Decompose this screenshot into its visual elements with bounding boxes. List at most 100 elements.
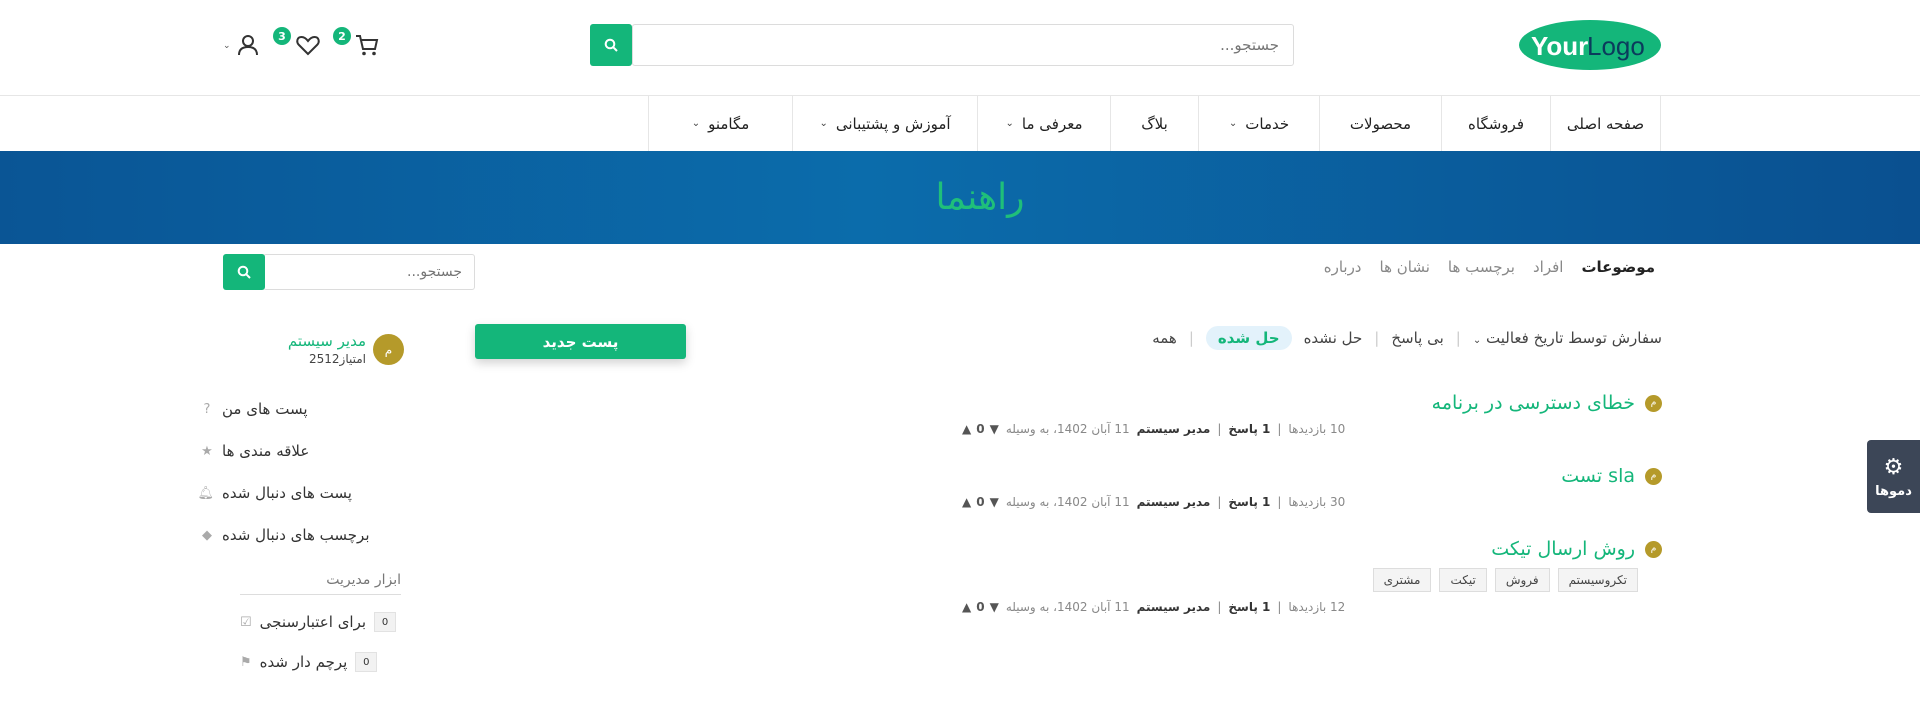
filter-all[interactable]: همه [1152, 329, 1177, 347]
post-views: 10 بازدیدها [1288, 422, 1346, 436]
admin-label: برای اعتبارسنجی [259, 613, 367, 631]
count-badge: 0 [374, 612, 397, 632]
search-input[interactable] [633, 25, 1293, 65]
nav-item-blog[interactable]: بلاگ [1110, 96, 1198, 151]
post-title-link[interactable]: روش ارسال تیکت [1491, 538, 1635, 560]
gear-icon: ⚙ [1883, 454, 1904, 480]
tab-topics[interactable]: موضوعات [1581, 258, 1655, 276]
post-item: م تست sla ▲ 0 ▼ 11 آبان 1402، به وسیله م… [962, 465, 1662, 509]
admin-flagged[interactable]: ⚑ پرچم دار شده 0 [240, 648, 401, 676]
tab-tags[interactable]: برچسب ها [1448, 258, 1515, 276]
tag-chip[interactable]: مشتری [1372, 568, 1432, 592]
filter-unsolved[interactable]: حل نشده [1304, 329, 1363, 347]
upvote-icon[interactable]: ▲ [962, 600, 971, 614]
logo[interactable]: Your Logo [1519, 19, 1662, 72]
demos-button[interactable]: ⚙ دموها [1867, 440, 1920, 513]
post-avatar: م [1645, 394, 1662, 412]
chevron-down-icon: ⌄ [819, 118, 828, 129]
cart-icon[interactable] [354, 32, 380, 58]
post-answers: 1 پاسخ [1228, 600, 1271, 614]
nav-item-megamenu[interactable]: مگامنو ⌄ [649, 96, 792, 151]
admin-tools-title: ابزار مدیریت [240, 572, 401, 595]
post-title-link[interactable]: تست sla [1561, 465, 1635, 487]
vote-count: 0 [976, 422, 985, 436]
post-date: 11 آبان 1402، به وسیله [1005, 422, 1130, 436]
filter-unanswered[interactable]: بی پاسخ [1391, 329, 1443, 347]
tab-people[interactable]: افراد [1533, 258, 1563, 276]
post-title-link[interactable]: خطای دسترسی در برنامه [1432, 392, 1635, 414]
main-nav: صفحه اصلی فروشگاه محصولات خدمات ⌄ بلاگ مع… [648, 96, 1661, 151]
post-avatar: م [1645, 467, 1662, 485]
cart-count-badge: 2 [333, 27, 351, 45]
nav-item-about[interactable]: معرفی ما ⌄ [977, 96, 1110, 151]
vote-count: 0 [976, 495, 985, 509]
nav-label: صفحه اصلی [1566, 114, 1645, 133]
post-author[interactable]: مدیر سیستم [1137, 495, 1211, 509]
post-tags: تکروسیستم فروش تیکت مشتری [962, 568, 1638, 592]
forum-search-input[interactable] [264, 255, 474, 289]
downvote-icon[interactable]: ▼ [990, 600, 999, 614]
tag-chip[interactable]: تکروسیستم [1557, 568, 1638, 592]
vote-controls: ▲ 0 ▼ [962, 495, 999, 509]
logo-text-2: Logo [1587, 31, 1645, 61]
chevron-down-icon: ⌄ [1005, 118, 1014, 129]
downvote-icon[interactable]: ▼ [990, 422, 999, 436]
divider: | [1277, 422, 1282, 436]
post-views: 30 بازدیدها [1288, 495, 1346, 509]
post-answers: 1 پاسخ [1228, 422, 1271, 436]
tab-badges[interactable]: نشان ها [1380, 258, 1430, 276]
post-answers: 1 پاسخ [1228, 495, 1271, 509]
tab-about[interactable]: درباره [1324, 258, 1362, 276]
upvote-icon[interactable]: ▲ [962, 495, 971, 509]
chevron-down-icon: ⌄ [1228, 118, 1238, 129]
divider: | [1277, 600, 1282, 614]
post-views: 12 بازدیدها [1288, 600, 1346, 614]
menu-favorites[interactable]: ★ علاقه مندی ها [200, 430, 400, 472]
menu-label: علاقه مندی ها [222, 442, 310, 460]
tag-chip[interactable]: فروش [1494, 568, 1550, 592]
tag-chip[interactable]: تیکت [1439, 568, 1487, 592]
user-name[interactable]: مدیر سیستم [288, 332, 366, 350]
search-field [632, 24, 1294, 66]
vote-controls: ▲ 0 ▼ [962, 422, 999, 436]
star-icon: ★ [201, 443, 213, 459]
menu-followed-tags[interactable]: ◆ برچسب های دنبال شده [200, 514, 400, 556]
menu-my-posts[interactable]: ? پست های من [200, 388, 400, 430]
question-circle-icon: ? [203, 401, 211, 417]
user-icon[interactable] [235, 32, 261, 58]
forum-search-field [263, 254, 475, 290]
heart-icon[interactable] [295, 32, 321, 58]
nav-label: آموزش و پشتیبانی [835, 114, 951, 133]
upvote-icon[interactable]: ▲ [962, 422, 971, 436]
chevron-down-icon[interactable]: ⌄ [223, 41, 231, 51]
sort-label: سفارش توسط تاریخ فعالیت [1486, 329, 1662, 347]
nav-label: معرفی ما [1021, 114, 1083, 133]
menu-followed-posts[interactable]: 🔔︎ پست های دنبال شده [197, 472, 400, 514]
admin-validation[interactable]: ☑ برای اعتبارسنجی 0 [240, 608, 401, 636]
post-author[interactable]: مدیر سیستم [1137, 422, 1211, 436]
nav-item-home[interactable]: صفحه اصلی [1550, 96, 1660, 151]
sort-dropdown[interactable]: سفارش توسط تاریخ فعالیت ⌄ [1473, 329, 1662, 347]
divider: | [1374, 329, 1380, 347]
forum-search-button[interactable] [223, 254, 265, 290]
avatar[interactable]: م [373, 334, 404, 365]
nav-item-support[interactable]: آموزش و پشتیبانی ⌄ [792, 96, 977, 151]
divider: | [1455, 329, 1461, 347]
downvote-icon[interactable]: ▼ [990, 495, 999, 509]
search-button[interactable] [590, 24, 632, 66]
header-search [590, 24, 1294, 66]
menu-label: پست های من [222, 400, 308, 418]
filter-solved[interactable]: حل شده [1205, 326, 1292, 350]
nav-item-products[interactable]: محصولات [1319, 96, 1441, 151]
post-avatar: م [1645, 540, 1662, 558]
nav-item-shop[interactable]: فروشگاه [1441, 96, 1550, 151]
new-post-button[interactable]: پست جدید [475, 324, 686, 359]
logo-text-1: Your [1531, 31, 1588, 61]
admin-label: پرچم دار شده [259, 653, 348, 671]
vote-controls: ▲ 0 ▼ [962, 600, 999, 614]
vote-count: 0 [976, 600, 985, 614]
post-author[interactable]: مدیر سیستم [1137, 600, 1211, 614]
nav-item-services[interactable]: خدمات ⌄ [1198, 96, 1319, 151]
divider: | [1277, 495, 1282, 509]
header-icons: 2 3 ⌄ [220, 26, 382, 62]
